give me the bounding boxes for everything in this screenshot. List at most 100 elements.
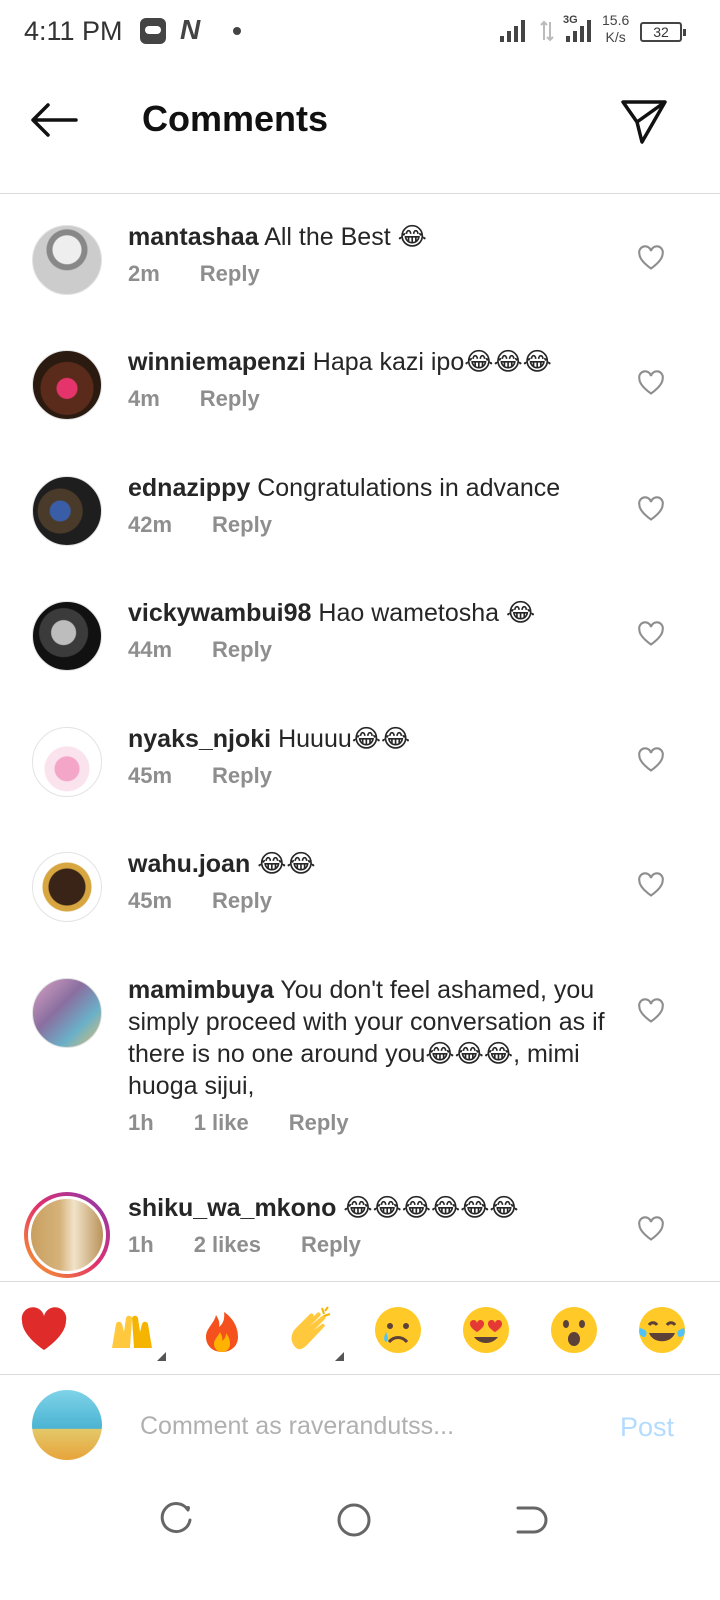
comment-username[interactable]: mamimbuya	[128, 976, 274, 1004]
recent-apps-icon[interactable]	[156, 1500, 196, 1540]
avatar[interactable]	[32, 727, 102, 797]
comment-text: wahu.joan 😂😂	[128, 848, 608, 880]
page-title: Comments	[142, 98, 329, 139]
reply-button[interactable]: Reply	[301, 1232, 361, 1258]
heart-icon[interactable]	[637, 245, 665, 271]
comments-list[interactable]: mantashaa All the Best 😂 2m Reply winnie…	[0, 195, 720, 1280]
comment-text: shiku_wa_mkono 😂😂😂😂😂😂	[128, 1192, 608, 1224]
comment-message: Hapa kazi ipo😂😂😂	[312, 348, 552, 376]
signal-bars-icon	[500, 20, 525, 42]
comment-message: Congratulations in advance	[257, 474, 561, 502]
comment-body: mantashaa All the Best 😂 2m Reply	[128, 221, 608, 287]
surprised-face-emoji-icon[interactable]	[548, 1304, 600, 1356]
comment-message: Huuuu😂😂	[278, 725, 411, 753]
raising-hands-emoji-icon[interactable]	[106, 1304, 158, 1356]
avatar[interactable]	[32, 852, 102, 922]
avatar-with-story-ring[interactable]	[24, 1192, 110, 1278]
red-heart-emoji-icon[interactable]	[18, 1304, 70, 1356]
comment-text: winniemapenzi Hapa kazi ipo😂😂😂	[128, 346, 608, 378]
status-time: 4:11 PM	[24, 16, 123, 46]
comment-text: vickywambui98 Hao wametosha 😂	[128, 597, 608, 629]
heart-icon[interactable]	[637, 998, 665, 1024]
share-button[interactable]	[618, 94, 670, 146]
data-arrows-icon	[540, 20, 554, 42]
notification-dot-icon	[233, 27, 241, 35]
comment-meta: 42m Reply	[128, 512, 608, 538]
comment-text: mantashaa All the Best 😂	[128, 221, 608, 253]
comment-username[interactable]: mantashaa	[128, 223, 259, 251]
signal-bars-2-icon	[566, 20, 591, 42]
avatar[interactable]	[32, 978, 102, 1048]
crying-face-emoji-icon[interactable]	[372, 1304, 424, 1356]
comment-message: 😂😂	[257, 850, 316, 878]
comment-body: winniemapenzi Hapa kazi ipo😂😂😂 4m Reply	[128, 346, 608, 412]
fire-emoji-icon[interactable]	[196, 1304, 248, 1356]
comment-body: vickywambui98 Hao wametosha 😂 44m Reply	[128, 597, 608, 663]
heart-icon[interactable]	[637, 496, 665, 522]
heart-icon[interactable]	[637, 621, 665, 647]
comment-text: nyaks_njoki Huuuu😂😂	[128, 723, 608, 755]
avatar[interactable]	[32, 225, 102, 295]
comment-time: 1h	[128, 1232, 154, 1257]
comment-body: nyaks_njoki Huuuu😂😂 45m Reply	[128, 723, 608, 789]
tears-of-joy-emoji-icon[interactable]	[636, 1304, 688, 1356]
back-button[interactable]	[28, 100, 80, 140]
heart-eyes-emoji-icon[interactable]	[460, 1304, 512, 1356]
avatar[interactable]	[32, 350, 102, 420]
comment-meta: 1h 1 like Reply	[128, 1110, 608, 1136]
avatar[interactable]	[32, 601, 102, 671]
avatar	[28, 1196, 106, 1274]
comment-body: wahu.joan 😂😂 45m Reply	[128, 848, 608, 914]
comment-username[interactable]: winniemapenzi	[128, 348, 306, 376]
reply-button[interactable]: Reply	[212, 763, 272, 789]
speed-unit: K/s	[605, 29, 626, 45]
heart-icon[interactable]	[637, 1216, 665, 1242]
likes-count[interactable]: 2 likes	[194, 1232, 261, 1258]
comment-text: mamimbuya You don't feel ashamed, you si…	[128, 974, 608, 1102]
comment-meta: 1h 2 likes Reply	[128, 1232, 608, 1258]
comment-meta: 4m Reply	[128, 386, 608, 412]
comment-username[interactable]: shiku_wa_mkono	[128, 1194, 336, 1222]
emoji-reaction-bar	[0, 1281, 720, 1375]
heart-icon[interactable]	[637, 872, 665, 898]
comment-message: 😂😂😂😂😂😂	[343, 1194, 519, 1222]
paper-plane-icon	[621, 100, 667, 144]
comment-username[interactable]: vickywambui98	[128, 599, 311, 627]
avatar[interactable]	[32, 476, 102, 546]
system-navigation-bar	[0, 1480, 720, 1600]
comment-time: 42m	[128, 512, 173, 537]
reply-button[interactable]: Reply	[212, 637, 272, 663]
reply-button[interactable]: Reply	[212, 512, 272, 538]
comment-username[interactable]: wahu.joan	[128, 850, 250, 878]
reply-button[interactable]: Reply	[200, 386, 260, 412]
battery-indicator: 32	[640, 22, 686, 42]
likes-count[interactable]: 1 like	[194, 1110, 249, 1136]
comment-body: shiku_wa_mkono 😂😂😂😂😂😂 1h 2 likes Reply	[128, 1192, 608, 1258]
reply-button[interactable]: Reply	[212, 888, 272, 914]
variant-indicator-icon	[335, 1352, 344, 1361]
comment-time: 45m	[128, 763, 173, 788]
heart-icon[interactable]	[637, 747, 665, 773]
back-nav-icon[interactable]	[510, 1500, 550, 1540]
comment-text: ednazippy Congratulations in advance	[128, 472, 608, 504]
comment-composer: Post	[0, 1376, 720, 1476]
current-user-avatar	[32, 1390, 102, 1460]
comment-username[interactable]: ednazippy	[128, 474, 250, 502]
comment-message: Hao wametosha 😂	[318, 599, 536, 627]
post-button[interactable]: Post	[620, 1412, 674, 1443]
comments-header: Comments	[0, 64, 720, 194]
comment-meta: 44m Reply	[128, 637, 608, 663]
comment-body: mamimbuya You don't feel ashamed, you si…	[128, 974, 608, 1136]
comment-username[interactable]: nyaks_njoki	[128, 725, 271, 753]
heart-icon[interactable]	[637, 370, 665, 396]
clapping-hands-emoji-icon[interactable]	[284, 1304, 336, 1356]
reply-button[interactable]: Reply	[200, 261, 260, 287]
home-icon[interactable]	[334, 1500, 374, 1540]
comment-time: 45m	[128, 888, 173, 913]
comment-meta: 2m Reply	[128, 261, 608, 287]
arrow-left-icon	[31, 103, 78, 137]
comment-input[interactable]	[140, 1406, 600, 1446]
speed-value: 15.6	[602, 12, 630, 28]
reply-button[interactable]: Reply	[289, 1110, 349, 1136]
comment-time: 2m	[128, 261, 160, 286]
